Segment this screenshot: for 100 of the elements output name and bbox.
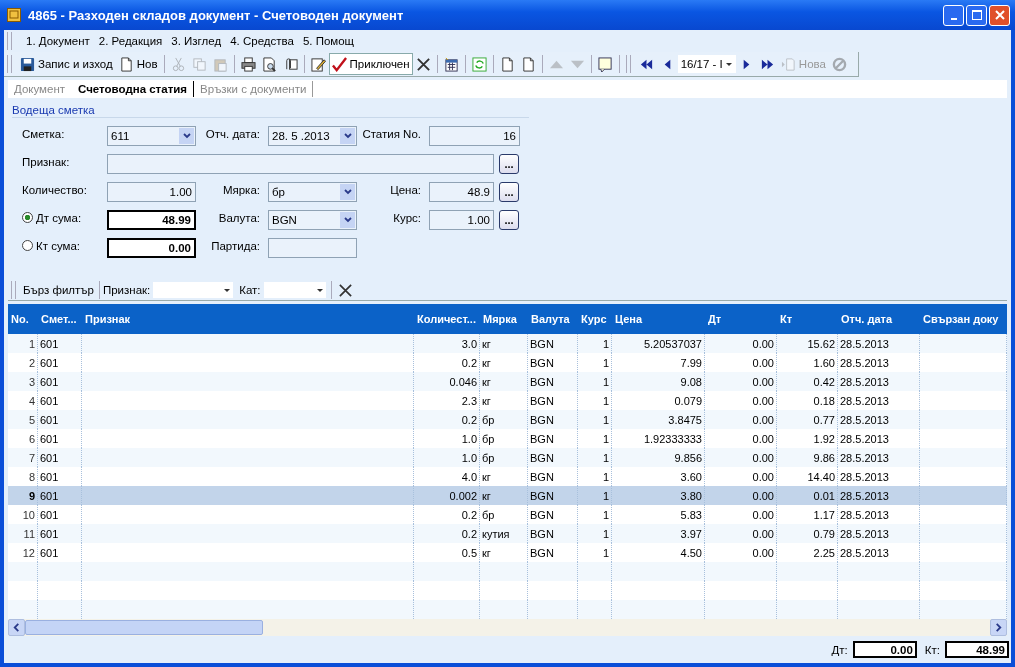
toolbar-button[interactable]: Приключен — [328, 53, 413, 75]
field-label: Курс: — [392, 211, 422, 226]
app-icon — [7, 8, 21, 22]
scrollbar-thumb[interactable] — [25, 620, 263, 635]
column-header[interactable]: Признак — [82, 313, 414, 325]
tab[interactable]: Връзки с документи — [194, 81, 314, 97]
field-label: Партида: — [210, 239, 261, 254]
chevron-down-icon — [342, 187, 353, 197]
currency-dropdown[interactable]: BGN — [268, 210, 357, 230]
toolbar-button[interactable]: Нов — [115, 53, 161, 75]
field-label: Сметка: — [22, 127, 66, 142]
column-header[interactable]: Валута — [528, 313, 578, 325]
field-label: Статия No. — [361, 127, 422, 142]
menu-item[interactable]: 1. Документ — [26, 35, 90, 47]
column-header[interactable]: Количест... — [414, 313, 480, 325]
table-row[interactable]: 2 601 0.2 кг BGN 1 7.99 0.00 1.60 28.5.2013 — [8, 353, 1007, 372]
field-label: Цена: — [389, 183, 422, 198]
column-header[interactable]: Дт — [705, 313, 777, 325]
refresh-icon — [471, 56, 487, 72]
maximize-button[interactable] — [966, 4, 987, 26]
entry-number-field[interactable]: 16 — [429, 126, 520, 146]
minimize-button[interactable] — [943, 4, 964, 26]
document-icon — [499, 56, 515, 72]
calculator-icon — [443, 56, 459, 72]
batch-field[interactable] — [268, 238, 357, 258]
edit-icon — [310, 56, 326, 72]
field-label: Отч. дата: — [204, 127, 261, 142]
preview-icon — [261, 56, 277, 72]
close-icon — [337, 282, 353, 298]
scissors-icon — [170, 56, 186, 72]
table-row[interactable]: 9 601 0.002 кг BGN 1 3.80 0.00 0.01 28.5.2013 — [8, 486, 1007, 505]
document-icon — [780, 56, 796, 72]
field-label: Дт сума: — [36, 212, 82, 224]
toolbar-button[interactable]: Запис и изход — [17, 53, 116, 75]
close-icon — [994, 10, 1005, 20]
scroll-right-button[interactable] — [990, 619, 1007, 636]
filter-label: Кат: — [239, 284, 261, 296]
quick-filter-button[interactable]: Бърз филтър — [21, 284, 96, 296]
menu-item[interactable]: 4. Средства — [230, 35, 294, 47]
column-header[interactable]: Свързан доку — [920, 313, 1007, 325]
radio-button[interactable] — [22, 240, 33, 251]
column-header[interactable]: Отч. дата — [838, 313, 920, 325]
menu-item[interactable]: 3. Изглед — [171, 35, 222, 47]
total-label: Кт: — [924, 643, 940, 656]
printer-icon — [240, 56, 256, 72]
unit-dropdown[interactable]: бр — [268, 182, 357, 202]
field-label: Признак: — [22, 155, 71, 170]
document-icon — [118, 56, 134, 72]
document-icon — [520, 56, 536, 72]
menu-item[interactable]: 2. Редакция — [98, 35, 163, 47]
chevron-right-icon — [994, 623, 1003, 632]
quantity-field[interactable]: 1.00 — [107, 182, 196, 202]
browse-button[interactable]: ... — [499, 210, 519, 230]
close-button[interactable] — [989, 4, 1010, 26]
column-header[interactable]: No. — [8, 313, 38, 325]
table-row[interactable]: 4 601 2.3 кг BGN 1 0.079 0.00 0.18 28.5.2013 — [8, 391, 1007, 410]
field-label: Количество: — [22, 183, 88, 198]
copy-icon — [191, 56, 207, 72]
record-selector[interactable]: 16/17 - I — [677, 55, 736, 73]
horizontal-scrollbar[interactable] — [8, 619, 1007, 636]
dropdown-arrow-icon — [315, 286, 324, 294]
column-header[interactable]: Мярка — [480, 313, 528, 325]
scroll-left-button[interactable] — [8, 619, 25, 636]
field-label: Кт сума: — [36, 240, 81, 252]
attribute-field[interactable] — [107, 154, 494, 174]
radio-button[interactable] — [22, 212, 33, 223]
chevron-down-icon — [342, 215, 353, 225]
section-title: Водеща сметка — [12, 104, 529, 118]
account-dropdown[interactable]: 611 — [107, 126, 196, 146]
column-header[interactable]: Цена — [612, 313, 705, 325]
credit-total: 48.99 — [945, 641, 1009, 658]
prohibited-icon — [831, 56, 847, 72]
dropdown-arrow-icon — [223, 286, 232, 294]
price-field[interactable]: 48.9 — [429, 182, 494, 202]
rate-field[interactable]: 1.00 — [429, 210, 494, 230]
dropdown-arrow-icon — [724, 60, 733, 68]
chevron-down-icon — [181, 131, 192, 141]
minimize-icon — [950, 17, 957, 20]
browse-button[interactable]: ... — [499, 182, 519, 202]
chevron-left-icon — [12, 623, 21, 632]
table-row[interactable]: 6 601 1.0 бр BGN 1 1.92333333 0.00 1.92 28.5.2013 — [8, 429, 1007, 448]
chevron-down-icon — [342, 131, 353, 141]
column-header[interactable]: Смет... — [38, 313, 82, 325]
column-header[interactable]: Кт — [777, 313, 838, 325]
table-row[interactable]: 8 601 4.0 кг BGN 1 3.60 0.00 14.40 28.5.2013 — [8, 467, 1007, 486]
column-header[interactable]: Курс — [578, 313, 612, 325]
menu-item[interactable]: 5. Помощ — [302, 35, 355, 47]
credit-amount-field[interactable]: 0.00 — [107, 238, 196, 258]
table-row[interactable]: 12 601 0.5 кг BGN 1 4.50 0.00 2.25 28.5.2013 — [8, 543, 1007, 562]
table-row[interactable]: 10 601 0.2 бр BGN 1 5.83 0.00 1.17 28.5.2013 — [8, 505, 1007, 524]
checkmark-icon — [331, 56, 347, 72]
tab[interactable]: Документ — [8, 81, 72, 97]
browse-button[interactable]: ... — [499, 154, 519, 174]
close-icon — [415, 56, 431, 72]
total-label: Дт: — [831, 643, 848, 656]
clipboard-icon — [212, 56, 228, 72]
filter-label: Признак: — [102, 284, 151, 296]
date-dropdown[interactable]: 28. 5 .2013 — [268, 126, 357, 146]
debit-amount-field[interactable]: 48.99 — [107, 210, 196, 230]
debit-total: 0.00 — [852, 641, 917, 658]
